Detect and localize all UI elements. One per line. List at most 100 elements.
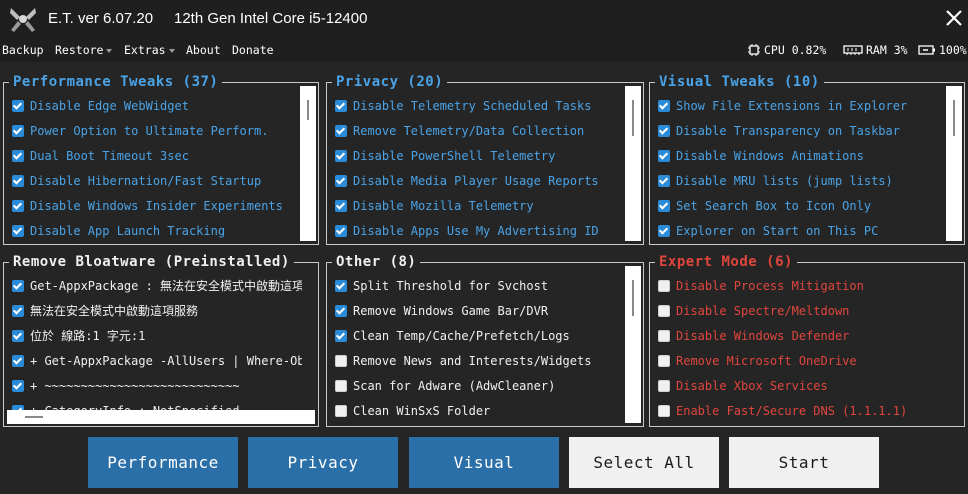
list-item-label: Disable Process Mitigation xyxy=(676,278,864,293)
list-item[interactable]: Disable Transparency on Taskbar xyxy=(658,118,938,143)
list-item[interactable]: Show File Extensions in Explorer xyxy=(658,93,938,118)
list-item[interactable]: Disable MRU lists (jump lists) xyxy=(658,168,938,193)
menu-restore[interactable]: Restore xyxy=(55,43,113,57)
menu-extras[interactable]: Extras xyxy=(124,43,175,57)
list-item-label: Disable Transparency on Taskbar xyxy=(676,123,900,138)
list-item[interactable]: Disable Edge WebWidget xyxy=(12,93,292,118)
list-item[interactable]: Disable Media Player Usage Reports xyxy=(335,168,617,193)
checkbox-checked[interactable] xyxy=(335,149,347,162)
visual-button[interactable]: Visual xyxy=(409,437,559,488)
checkbox-checked[interactable] xyxy=(12,224,24,237)
list-item[interactable]: Disable Spectre/Meltdown xyxy=(658,298,956,323)
checkbox-checked[interactable] xyxy=(658,99,670,112)
expert-list: Disable Process Mitigation Disable Spectr… xyxy=(658,273,956,426)
checkbox-checked[interactable] xyxy=(12,329,24,342)
checkbox-checked[interactable] xyxy=(12,124,24,137)
list-item[interactable]: + ~~~~~~~~~~~~~~~~~~~~~~~~~~~ xyxy=(12,373,302,398)
list-item[interactable]: Enable Fast/Secure DNS (1.1.1.1) xyxy=(658,398,956,423)
list-item[interactable]: Disable Windows Animations xyxy=(658,143,938,168)
list-item[interactable]: Disable Process Mitigation xyxy=(658,273,956,298)
list-item-label: Set Search Box to Icon Only xyxy=(676,198,872,213)
list-item-label: Disable Apps Use My Advertising ID xyxy=(353,223,599,238)
list-item[interactable]: Disable Telemetry Scheduled Tasks xyxy=(335,93,617,118)
list-item[interactable]: Disable Mozilla Telemetry xyxy=(335,193,617,218)
list-item[interactable]: Disable App Launch Tracking xyxy=(12,218,292,243)
checkbox-unchecked[interactable] xyxy=(335,354,347,367)
menu-about[interactable]: About xyxy=(186,43,221,57)
list-item[interactable]: + Get-AppxPackage -AllUsers | Where-Ob xyxy=(12,348,302,373)
checkbox-checked[interactable] xyxy=(12,174,24,187)
checkbox-checked[interactable] xyxy=(12,354,24,367)
list-item[interactable]: Set Search Box to Icon Only xyxy=(658,193,938,218)
list-item-label: Enable Fast/Secure DNS (1.1.1.1) xyxy=(676,403,908,418)
list-item[interactable]: Explorer on Start on This PC xyxy=(658,218,938,243)
checkbox-unchecked[interactable] xyxy=(658,404,670,417)
list-item[interactable]: Remove News and Interests/Widgets xyxy=(335,348,617,373)
checkbox-checked[interactable] xyxy=(335,124,347,137)
checkbox-unchecked[interactable] xyxy=(658,329,670,342)
other-scrollbar[interactable] xyxy=(625,266,641,423)
checkbox-checked[interactable] xyxy=(658,224,670,237)
checkbox-checked[interactable] xyxy=(12,149,24,162)
checkbox-unchecked[interactable] xyxy=(658,304,670,317)
checkbox-unchecked[interactable] xyxy=(335,404,347,417)
checkbox-checked[interactable] xyxy=(335,174,347,187)
list-item[interactable]: Disable Xbox Services xyxy=(658,373,956,398)
performance-scrollbar[interactable] xyxy=(300,86,316,241)
checkbox-checked[interactable] xyxy=(12,199,24,212)
expert-panel: Expert Mode (6) Disable Process Mitigati… xyxy=(649,254,965,427)
privacy-button[interactable]: Privacy xyxy=(248,437,398,488)
select-all-button[interactable]: Select All xyxy=(569,437,719,488)
start-button[interactable]: Start xyxy=(729,437,879,488)
checkbox-checked[interactable] xyxy=(335,199,347,212)
list-item[interactable]: Split Threshold for Svchost xyxy=(335,273,617,298)
list-item[interactable]: Remove Microsoft OneDrive xyxy=(658,348,956,373)
performance-button[interactable]: Performance xyxy=(88,437,238,488)
list-item-label: Disable Edge WebWidget xyxy=(30,98,189,113)
checkbox-checked[interactable] xyxy=(12,99,24,112)
list-item[interactable]: Scan for Adware (AdwCleaner) xyxy=(335,373,617,398)
checkbox-checked[interactable] xyxy=(658,199,670,212)
list-item-label: Get-AppxPackage : 無法在安全模式中啟動這項 xyxy=(30,279,302,293)
checkbox-unchecked[interactable] xyxy=(658,354,670,367)
list-item[interactable]: Disable Windows Insider Experiments xyxy=(12,193,292,218)
list-item[interactable]: Clean Temp/Cache/Prefetch/Logs xyxy=(335,323,617,348)
app-logo-icon xyxy=(10,8,36,32)
checkbox-checked[interactable] xyxy=(658,149,670,162)
list-item[interactable]: Disable Windows Defender xyxy=(658,323,956,348)
checkbox-unchecked[interactable] xyxy=(335,379,347,392)
checkbox-checked[interactable] xyxy=(335,304,347,317)
checkbox-checked[interactable] xyxy=(658,124,670,137)
checkbox-checked[interactable] xyxy=(12,379,24,392)
checkbox-checked[interactable] xyxy=(335,279,347,292)
checkbox-checked[interactable] xyxy=(12,279,24,292)
bloatware-horizontal-scrollbar[interactable] xyxy=(7,410,315,424)
list-item[interactable]: Disable PowerShell Telemetry xyxy=(335,143,617,168)
close-icon[interactable] xyxy=(940,4,968,32)
menu-backup[interactable]: Backup xyxy=(2,43,44,57)
list-item[interactable]: Remove Telemetry/Data Collection xyxy=(335,118,617,143)
list-item[interactable]: 無法在安全模式中啟動這項服務 xyxy=(12,298,302,323)
list-item[interactable]: Get-AppxPackage : 無法在安全模式中啟動這項 xyxy=(12,273,302,298)
visual-scrollbar[interactable] xyxy=(946,86,962,241)
list-item[interactable]: 位於 線路:1 字元:1 xyxy=(12,323,302,348)
checkbox-checked[interactable] xyxy=(335,99,347,112)
list-item-label: Remove Telemetry/Data Collection xyxy=(353,123,585,138)
checkbox-unchecked[interactable] xyxy=(658,379,670,392)
menu-donate[interactable]: Donate xyxy=(232,43,274,57)
list-item[interactable]: Disable Hibernation/Fast Startup xyxy=(12,168,292,193)
checkbox-unchecked[interactable] xyxy=(658,279,670,292)
list-item[interactable]: Dual Boot Timeout 3sec xyxy=(12,143,292,168)
list-item[interactable]: Power Option to Ultimate Perform. xyxy=(12,118,292,143)
privacy-scrollbar[interactable] xyxy=(625,86,641,241)
list-item[interactable]: Remove Windows Game Bar/DVR xyxy=(335,298,617,323)
checkbox-checked[interactable] xyxy=(335,224,347,237)
list-item[interactable]: Disable Apps Use My Advertising ID xyxy=(335,218,617,243)
checkbox-checked[interactable] xyxy=(335,329,347,342)
other-list: Split Threshold for Svchost Remove Window… xyxy=(335,273,617,426)
list-item[interactable]: Clean WinSxS Folder xyxy=(335,398,617,423)
list-item-label: Show File Extensions in Explorer xyxy=(676,98,908,113)
checkbox-checked[interactable] xyxy=(12,304,24,317)
list-item-label: Disable Telemetry Scheduled Tasks xyxy=(353,98,592,113)
checkbox-checked[interactable] xyxy=(658,174,670,187)
